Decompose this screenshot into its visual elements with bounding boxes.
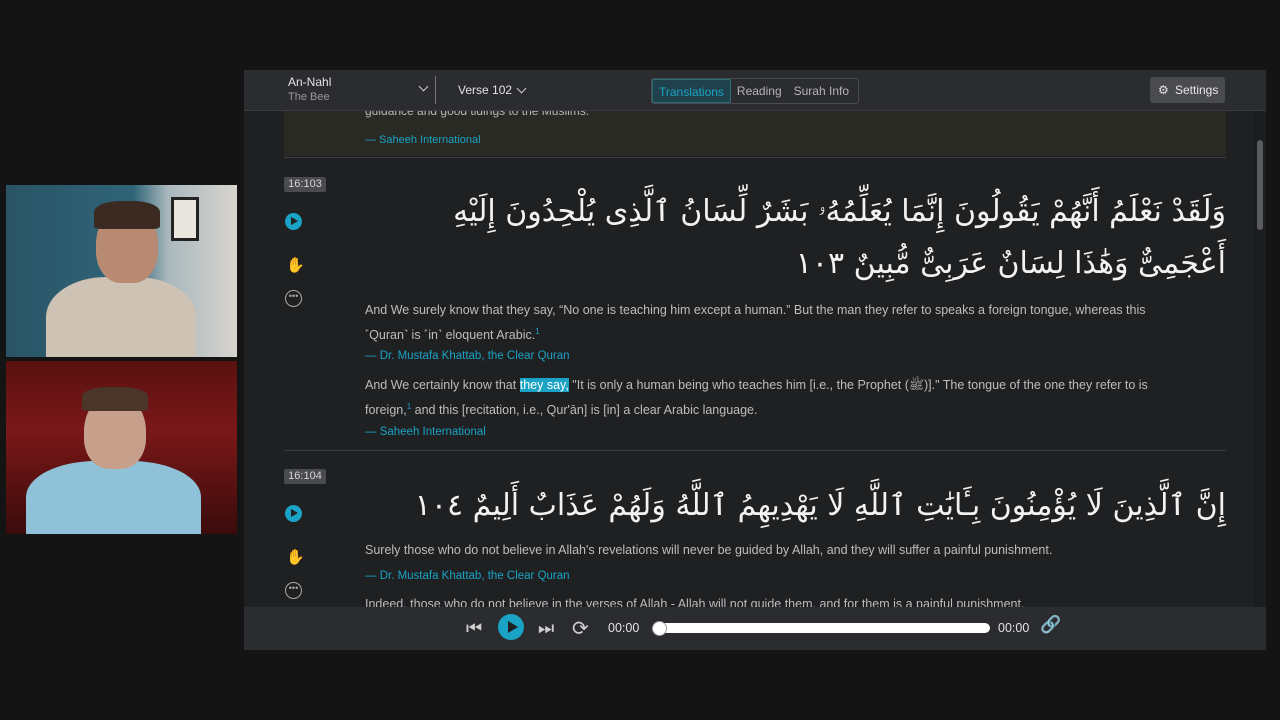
gear-icon: ⚙	[1158, 83, 1169, 97]
arabic-verse-line: أَعْجَمِىٌّ وَهَٰذَا لِسَانٌ عَرَبِىٌّ م…	[795, 246, 1226, 281]
translation-segment: and this [recitation, i.e., Qur'ān] is […	[411, 403, 758, 418]
divider	[435, 76, 436, 104]
translation-source-link[interactable]: — Saheeh International	[365, 134, 481, 146]
skip-forward-icon[interactable]: ⏭	[538, 618, 554, 639]
tab-surah-info[interactable]: Surah Info	[788, 79, 855, 103]
tab-translations[interactable]: Translations	[652, 79, 731, 103]
audio-progress-track[interactable]	[656, 623, 990, 633]
hand-icon[interactable]: ✋	[286, 256, 305, 274]
arabic-verse-line: وَلَقَدْ نَعْلَمُ أَنَّهُمْ يَقُولُونَ إ…	[453, 194, 1226, 229]
translation-segment: And We certainly know that	[365, 378, 520, 392]
footnote-marker[interactable]: 1	[535, 327, 539, 336]
repeat-icon[interactable]: ⟳	[572, 616, 589, 641]
scrollbar-thumb[interactable]	[1257, 140, 1263, 230]
person-body	[26, 461, 201, 534]
play-verse-icon[interactable]	[285, 213, 302, 230]
audio-progress-knob[interactable]	[652, 621, 667, 636]
translation-source-link[interactable]: — Dr. Mustafa Khattab, the Clear Quran	[365, 570, 570, 582]
settings-button[interactable]: ⚙ Settings	[1150, 77, 1225, 103]
person-hair	[82, 387, 148, 411]
audio-player-bar: ⏮ ⏭ ⟳ 00:00 00:00 🔗	[244, 607, 1266, 650]
play-icon[interactable]	[498, 614, 524, 640]
scrollbar[interactable]	[1254, 110, 1266, 607]
translation-text: And We certainly know that they say, "It…	[365, 375, 1225, 421]
highlighted-text: they say,	[519, 378, 569, 392]
verse-selector-label: Verse 102	[458, 83, 513, 97]
chevron-down-icon	[516, 83, 527, 94]
verse-divider	[284, 157, 1226, 158]
translation-source-link[interactable]: — Saheeh International	[365, 426, 486, 438]
previous-verse-card: guidance and good tidings to the Muslims…	[284, 110, 1226, 156]
translation-source-link[interactable]: — Dr. Mustafa Khattab, the Clear Quran	[365, 350, 570, 362]
webcam-host-2	[6, 361, 237, 534]
link-icon[interactable]: 🔗	[1040, 615, 1061, 635]
webcam-host-1	[6, 185, 237, 357]
surah-translation: The Bee	[288, 91, 330, 103]
arabic-verse-line: إِنَّ ٱلَّذِينَ لَا يُؤْمِنُونَ بِـَٔايَ…	[414, 488, 1226, 523]
person-hair	[94, 201, 160, 229]
settings-label: Settings	[1175, 83, 1219, 97]
translation-line: ˹Quran˺ is ˹in˺ eloquent Arabic.	[365, 328, 536, 343]
translation-text: And We surely know that they say, “No on…	[365, 300, 1225, 346]
translation-segment: "It is only a human being who teaches hi…	[568, 378, 1148, 392]
wall-picture	[171, 197, 199, 241]
verse-key-badge[interactable]: 16:104	[284, 469, 326, 484]
translation-line: And We surely know that they say, “No on…	[365, 303, 1146, 317]
view-mode-tabs: Translations Reading Surah Info	[651, 78, 859, 104]
top-navigation-bar: An-Nahl The Bee Verse 102 Translations R…	[244, 70, 1266, 111]
previous-translation-text: guidance and good tidings to the Muslims…	[365, 110, 590, 118]
skip-back-icon[interactable]: ⏮	[466, 618, 482, 639]
surah-name: An-Nahl	[288, 75, 332, 89]
translation-text: Surely those who do not believe in Allah…	[365, 543, 1053, 557]
translation-segment: foreign,	[365, 403, 407, 418]
more-options-icon[interactable]: •••	[285, 290, 302, 307]
tab-reading[interactable]: Reading	[731, 79, 788, 103]
total-time: 00:00	[998, 621, 1030, 635]
surah-selector[interactable]: An-Nahl The Bee	[288, 75, 436, 105]
current-time: 00:00	[608, 621, 640, 635]
verse-selector[interactable]: Verse 102	[458, 83, 527, 97]
hand-icon[interactable]: ✋	[286, 548, 305, 566]
play-verse-icon[interactable]	[285, 505, 302, 522]
more-options-icon[interactable]: •••	[285, 582, 302, 599]
verse-key-badge[interactable]: 16:103	[284, 177, 326, 192]
quran-app-window: An-Nahl The Bee Verse 102 Translations R…	[244, 70, 1266, 650]
verses-content: guidance and good tidings to the Muslims…	[244, 110, 1266, 607]
verse-divider	[284, 450, 1226, 451]
person-body	[46, 277, 196, 357]
translation-text: Indeed, those who do not believe in the …	[365, 597, 1025, 607]
chevron-down-icon	[418, 81, 429, 92]
